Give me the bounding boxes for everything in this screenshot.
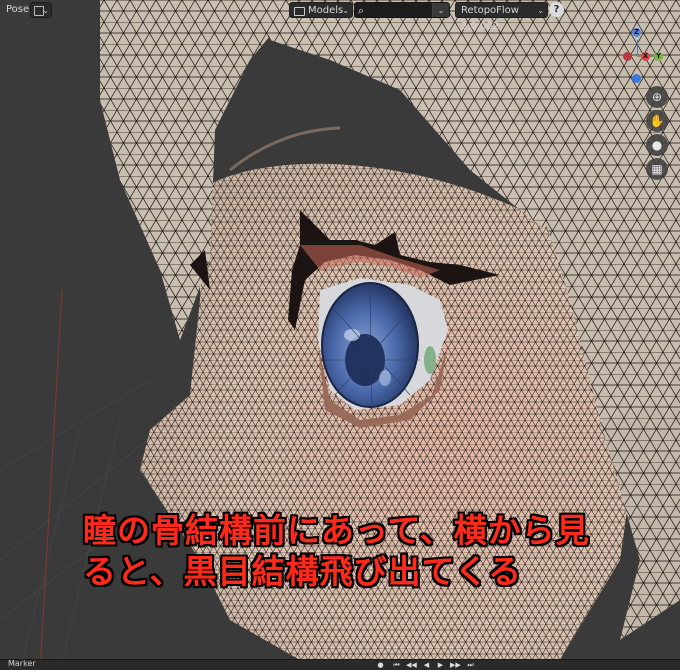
record-button[interactable]: ●: [376, 661, 385, 670]
search-icon: ⌕: [358, 4, 365, 17]
navigation-gizmo[interactable]: Z X Y: [620, 26, 670, 84]
search-field[interactable]: ⌕ ⌄: [354, 2, 450, 18]
search-filter-dropdown[interactable]: ⌄: [432, 3, 449, 17]
marker-menu[interactable]: Marker: [8, 659, 36, 668]
gizmo-x-ball[interactable]: X: [641, 52, 650, 61]
perspective-grid-icon[interactable]: ▦: [646, 158, 668, 180]
retopoflow-menu-button[interactable]: RetopoFlow 3.0.0β2 ⌄: [455, 2, 548, 32]
gizmo-z-ball[interactable]: Z: [632, 28, 641, 37]
chevron-down-icon: ⌄: [42, 6, 49, 15]
play-reverse-button[interactable]: ◀: [422, 661, 431, 670]
gizmo-y-ball[interactable]: Y: [654, 52, 663, 61]
jump-start-button[interactable]: ⏮: [392, 661, 401, 670]
models-icon: [294, 7, 305, 16]
mode-selector[interactable]: Pose: [2, 2, 29, 18]
camera-icon[interactable]: ●: [646, 134, 668, 156]
help-button[interactable]: ?: [549, 2, 564, 17]
gizmo-neg-z-ball[interactable]: [632, 74, 641, 83]
jump-end-button[interactable]: ⏭: [466, 661, 475, 670]
hand-pan-icon[interactable]: ✋: [646, 110, 668, 132]
models-dropdown-label: Models: [308, 5, 344, 16]
pose-options-dropdown[interactable]: ⌄: [30, 2, 52, 18]
gizmo-z-axis: [637, 40, 638, 54]
models-dropdown[interactable]: Models ⌄: [289, 2, 353, 18]
chevron-down-icon: ⌄: [342, 6, 349, 15]
3d-viewport[interactable]: Pose ⌄ Models ⌄ ⌕ ⌄ RetopoFlow 3.0.0β2 ⌄…: [0, 0, 680, 670]
play-button[interactable]: ▶: [436, 661, 445, 670]
prev-keyframe-button[interactable]: ◀◀: [406, 661, 417, 670]
zoom-icon[interactable]: ⊕: [646, 86, 668, 108]
caption-overlay: 瞳の骨結構前にあって、横から見ると、黒目結構飛び出てくる: [83, 511, 590, 591]
timeline-bar: Marker ● ⏮ ◀◀ ◀ ▶ ▶▶ ⏭: [0, 659, 680, 670]
next-keyframe-button[interactable]: ▶▶: [450, 661, 461, 670]
chevron-down-icon: ⌄: [537, 6, 544, 15]
gizmo-neg-x-ball[interactable]: [623, 52, 632, 61]
search-input[interactable]: [371, 4, 429, 16]
